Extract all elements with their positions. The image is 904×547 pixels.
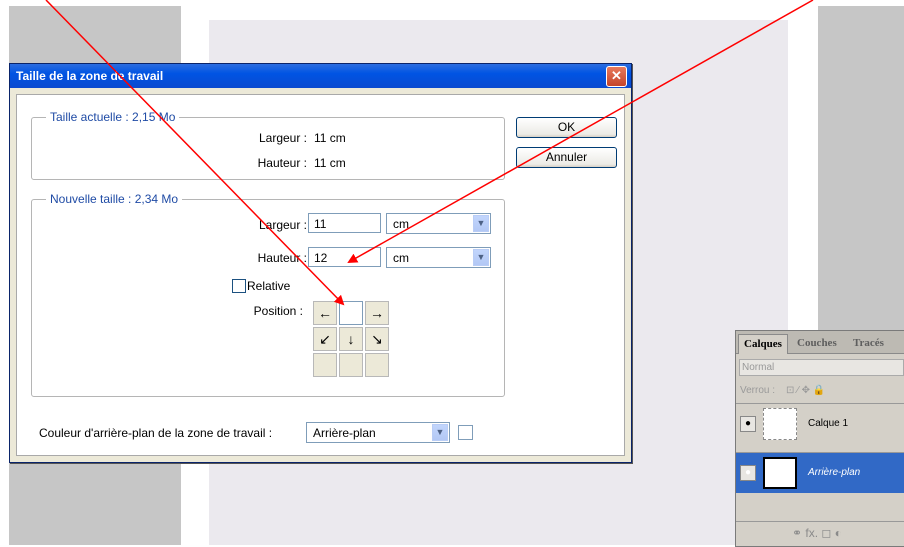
anchor-top-right[interactable]: → — [365, 301, 389, 325]
anchor-middle-center[interactable]: ↓ — [339, 327, 363, 351]
layer-name: Arrière-plan — [808, 467, 861, 478]
tab-couches[interactable]: Couches — [792, 334, 842, 353]
panel-tabs: Calques Couches Tracés — [736, 331, 904, 354]
current-width-label: Largeur : — [258, 131, 307, 145]
anchor-grid: ← → ↙ ↓ ↘ — [313, 301, 391, 379]
anchor-top-left[interactable]: ← — [313, 301, 337, 325]
dialog-title: Taille de la zone de travail — [16, 69, 164, 83]
close-icon[interactable]: ✕ — [606, 66, 627, 87]
new-height-label: Hauteur : — [257, 251, 307, 265]
layer-thumbnail — [763, 457, 797, 489]
layer-name: Calque 1 — [808, 418, 849, 429]
background-color-label: Couleur d'arrière-plan de la zone de tra… — [39, 426, 273, 440]
new-size-legend: Nouvelle taille : 2,34 Mo — [46, 192, 183, 206]
layers-panel: Calques Couches Tracés Normal Verrou : ⊡… — [735, 330, 904, 547]
layer-thumbnail — [763, 408, 797, 440]
background-color-value: Arrière-plan — [313, 426, 376, 440]
chevron-down-icon[interactable]: ▼ — [473, 249, 489, 266]
relative-label: Relative — [247, 279, 291, 293]
current-height-label: Hauteur : — [257, 156, 307, 170]
anchor-bottom-right[interactable] — [365, 353, 389, 377]
new-height-unit-value: cm — [393, 251, 409, 265]
layer-row[interactable]: ● Calque 1 — [736, 403, 904, 444]
new-height-input[interactable]: 12 — [308, 247, 381, 267]
lock-icons[interactable]: ⊡ ∕ ✥ 🔒 — [786, 385, 825, 396]
anchor-top-center[interactable] — [339, 301, 363, 325]
background-color-select[interactable]: Arrière-plan ▼ — [306, 422, 450, 443]
relative-checkbox[interactable] — [232, 279, 246, 293]
new-height-unit-select[interactable]: cm ▼ — [386, 247, 491, 268]
layer-row-selected[interactable]: ● Arrière-plan — [736, 452, 904, 493]
eye-icon[interactable]: ● — [740, 465, 756, 481]
new-width-label: Largeur : — [258, 218, 307, 232]
dialog-title-bar[interactable]: Taille de la zone de travail ✕ — [10, 64, 631, 88]
current-size-group: Taille actuelle : 2,15 Mo — [31, 110, 505, 180]
new-width-unit-value: cm — [393, 217, 409, 231]
ok-button[interactable]: OK — [516, 117, 617, 138]
new-width-input[interactable]: 11 — [308, 213, 381, 233]
anchor-bottom-left[interactable] — [313, 353, 337, 377]
chevron-down-icon[interactable]: ▼ — [473, 215, 489, 232]
panel-footer-icons[interactable]: ⚭ fx. ◻ ◐ — [792, 526, 842, 540]
eye-icon[interactable]: ● — [740, 416, 756, 432]
blend-mode-select[interactable]: Normal — [739, 359, 904, 376]
new-width-unit-select[interactable]: cm ▼ — [386, 213, 491, 234]
canvas-size-dialog: Taille de la zone de travail ✕ Taille ac… — [9, 63, 632, 463]
tab-calques[interactable]: Calques — [738, 334, 788, 354]
cancel-button[interactable]: Annuler — [516, 147, 617, 168]
anchor-middle-right[interactable]: ↘ — [365, 327, 389, 351]
anchor-middle-left[interactable]: ↙ — [313, 327, 337, 351]
dialog-body: Taille actuelle : 2,15 Mo Largeur : 11 c… — [16, 94, 625, 456]
position-label: Position : — [253, 304, 303, 318]
current-height-value: 11 cm — [314, 156, 346, 170]
background-color-swatch[interactable] — [458, 425, 473, 440]
current-width-value: 11 cm — [314, 131, 346, 145]
current-size-legend: Taille actuelle : 2,15 Mo — [46, 110, 180, 124]
panel-footer: ⚭ fx. ◻ ◐ — [736, 521, 904, 546]
tab-traces[interactable]: Tracés — [848, 334, 889, 353]
anchor-bottom-center[interactable] — [339, 353, 363, 377]
chevron-down-icon[interactable]: ▼ — [432, 424, 448, 441]
lock-label: Verrou : — [740, 385, 776, 396]
